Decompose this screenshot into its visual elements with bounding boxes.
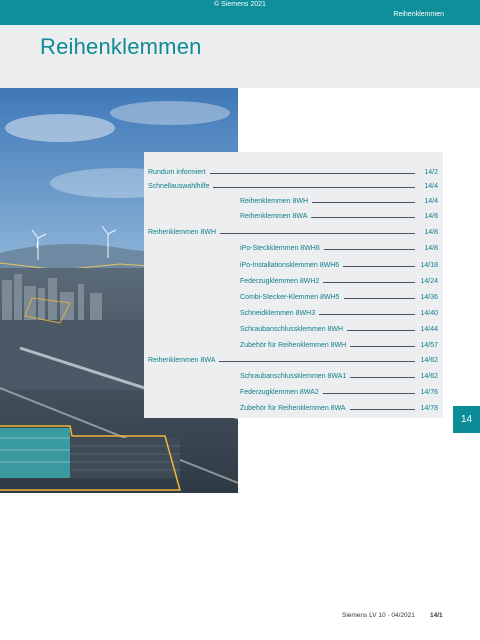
toc-leader bbox=[311, 217, 415, 218]
toc-entry-label: Zubehör für Reihenklemmen 8WH bbox=[240, 342, 347, 349]
toc-entry[interactable]: Schraubanschlussklemmen 8WA1 14/62 bbox=[240, 370, 438, 380]
toc-entry-page: 14/76 bbox=[420, 389, 438, 396]
toc-entry[interactable]: Reihenklemmen 8WH 14/4 bbox=[240, 195, 438, 205]
toc-entry-label: iPo-Steckklemmen 8WH6 bbox=[240, 245, 320, 252]
toc-entry-label: Federzugklemmen 8WH2 bbox=[240, 278, 320, 285]
toc-entry-label: iPo-Installationsklemmen 8WH6 bbox=[240, 262, 340, 269]
toc-entry-label: Combi-Stecker-Klemmen 8WH5 bbox=[240, 294, 340, 301]
toc-entry-page: 14/62 bbox=[420, 373, 438, 380]
toc-entry[interactable]: Federzugklemmen 8WA2 14/76 bbox=[240, 386, 438, 396]
toc-entry-page: 14/40 bbox=[420, 310, 438, 317]
toc-leader bbox=[350, 377, 415, 378]
toc-entry-page: 14/36 bbox=[420, 294, 438, 301]
toc-entry[interactable]: Combi-Stecker-Klemmen 8WH5 14/36 bbox=[240, 291, 438, 301]
toc-entry[interactable]: iPo-Steckklemmen 8WH6 14/8 bbox=[240, 242, 438, 252]
toc-entry-page: 14/8 bbox=[424, 245, 438, 252]
toc-entry-label: Reihenklemmen 8WA bbox=[148, 357, 216, 364]
toc-leader bbox=[319, 314, 415, 315]
header-bar: © Siemens 2021 Reihenklemmen bbox=[0, 0, 480, 25]
toc-entry-page: 14/4 bbox=[424, 198, 438, 205]
toc-entry-page: 14/18 bbox=[420, 262, 438, 269]
toc-leader bbox=[343, 298, 415, 299]
toc-entry-label: Schneidklemmen 8WH3 bbox=[240, 310, 316, 317]
toc-entry-page: 14/8 bbox=[424, 229, 438, 236]
toc-entry[interactable]: Schneidklemmen 8WH3 14/40 bbox=[240, 307, 438, 317]
toc-entry-label: Schnellauswahlhilfe bbox=[148, 183, 210, 190]
footer-publication: Siemens LV 10 · 04/2021 bbox=[342, 612, 415, 619]
toc-leader bbox=[213, 187, 415, 188]
toc-leader bbox=[323, 282, 415, 283]
toc-leader bbox=[209, 173, 415, 174]
toc-entry-label: Rundum informiert bbox=[148, 169, 206, 176]
toc-leader bbox=[219, 361, 415, 362]
toc-entry-page: 14/62 bbox=[420, 357, 438, 364]
toc-leader bbox=[323, 249, 415, 250]
section-label: Reihenklemmen bbox=[393, 11, 444, 18]
toc-entry[interactable]: Reihenklemmen 8WA 14/6 bbox=[240, 210, 438, 220]
toc-entry[interactable]: Zubehör für Reihenklemmen 8WA 14/78 bbox=[240, 402, 438, 412]
toc-entry-page: 14/78 bbox=[420, 405, 438, 412]
toc-entry-page: 14/2 bbox=[424, 169, 438, 176]
toc-entry[interactable]: Federzugklemmen 8WH2 14/24 bbox=[240, 275, 438, 285]
toc-leader bbox=[349, 409, 415, 410]
toc-entry-page: 14/6 bbox=[424, 213, 438, 220]
toc-entry-page: 14/4 bbox=[424, 183, 438, 190]
toc-leader bbox=[312, 202, 415, 203]
toc-entry[interactable]: Schnellauswahlhilfe 14/4 bbox=[148, 180, 438, 190]
toc-entry-page: 14/57 bbox=[420, 342, 438, 349]
toc-leader bbox=[350, 346, 415, 347]
toc-entry[interactable]: Schraubanschlussklemmen 8WH 14/44 bbox=[240, 323, 438, 333]
copyright-notice: © Siemens 2021 bbox=[214, 1, 266, 8]
toc-leader bbox=[220, 233, 415, 234]
toc-entry-label: Zubehör für Reihenklemmen 8WA bbox=[240, 405, 346, 412]
toc-entry[interactable]: Reihenklemmen 8WA 14/62 bbox=[148, 354, 438, 364]
page-title: Reihenklemmen bbox=[40, 34, 202, 59]
table-of-contents: Rundum informiert 14/2 Schnellauswahlhil… bbox=[144, 152, 443, 418]
toc-entry[interactable]: Zubehör für Reihenklemmen 8WH 14/57 bbox=[240, 339, 438, 349]
toc-leader bbox=[343, 266, 415, 267]
toc-leader bbox=[322, 393, 415, 394]
toc-entry-label: Federzugklemmen 8WA2 bbox=[240, 389, 319, 396]
toc-leader bbox=[347, 330, 415, 331]
toc-entry-label: Schraubanschlussklemmen 8WH bbox=[240, 326, 344, 333]
toc-entry[interactable]: Rundum informiert 14/2 bbox=[148, 166, 438, 176]
toc-entry[interactable]: iPo-Installationsklemmen 8WH6 14/18 bbox=[240, 259, 438, 269]
toc-entry-page: 14/44 bbox=[420, 326, 438, 333]
toc-entry[interactable]: Reihenklemmen 8WH 14/8 bbox=[148, 226, 438, 236]
toc-entry-page: 14/24 bbox=[420, 278, 438, 285]
toc-entry-label: Schraubanschlussklemmen 8WA1 bbox=[240, 373, 347, 380]
toc-entry-label: Reihenklemmen 8WH bbox=[240, 198, 309, 205]
toc-entry-label: Reihenklemmen 8WH bbox=[148, 229, 217, 236]
chapter-tab: 14 bbox=[453, 406, 480, 433]
toc-entry-label: Reihenklemmen 8WA bbox=[240, 213, 308, 220]
footer-page-number: 14/1 bbox=[430, 612, 443, 619]
